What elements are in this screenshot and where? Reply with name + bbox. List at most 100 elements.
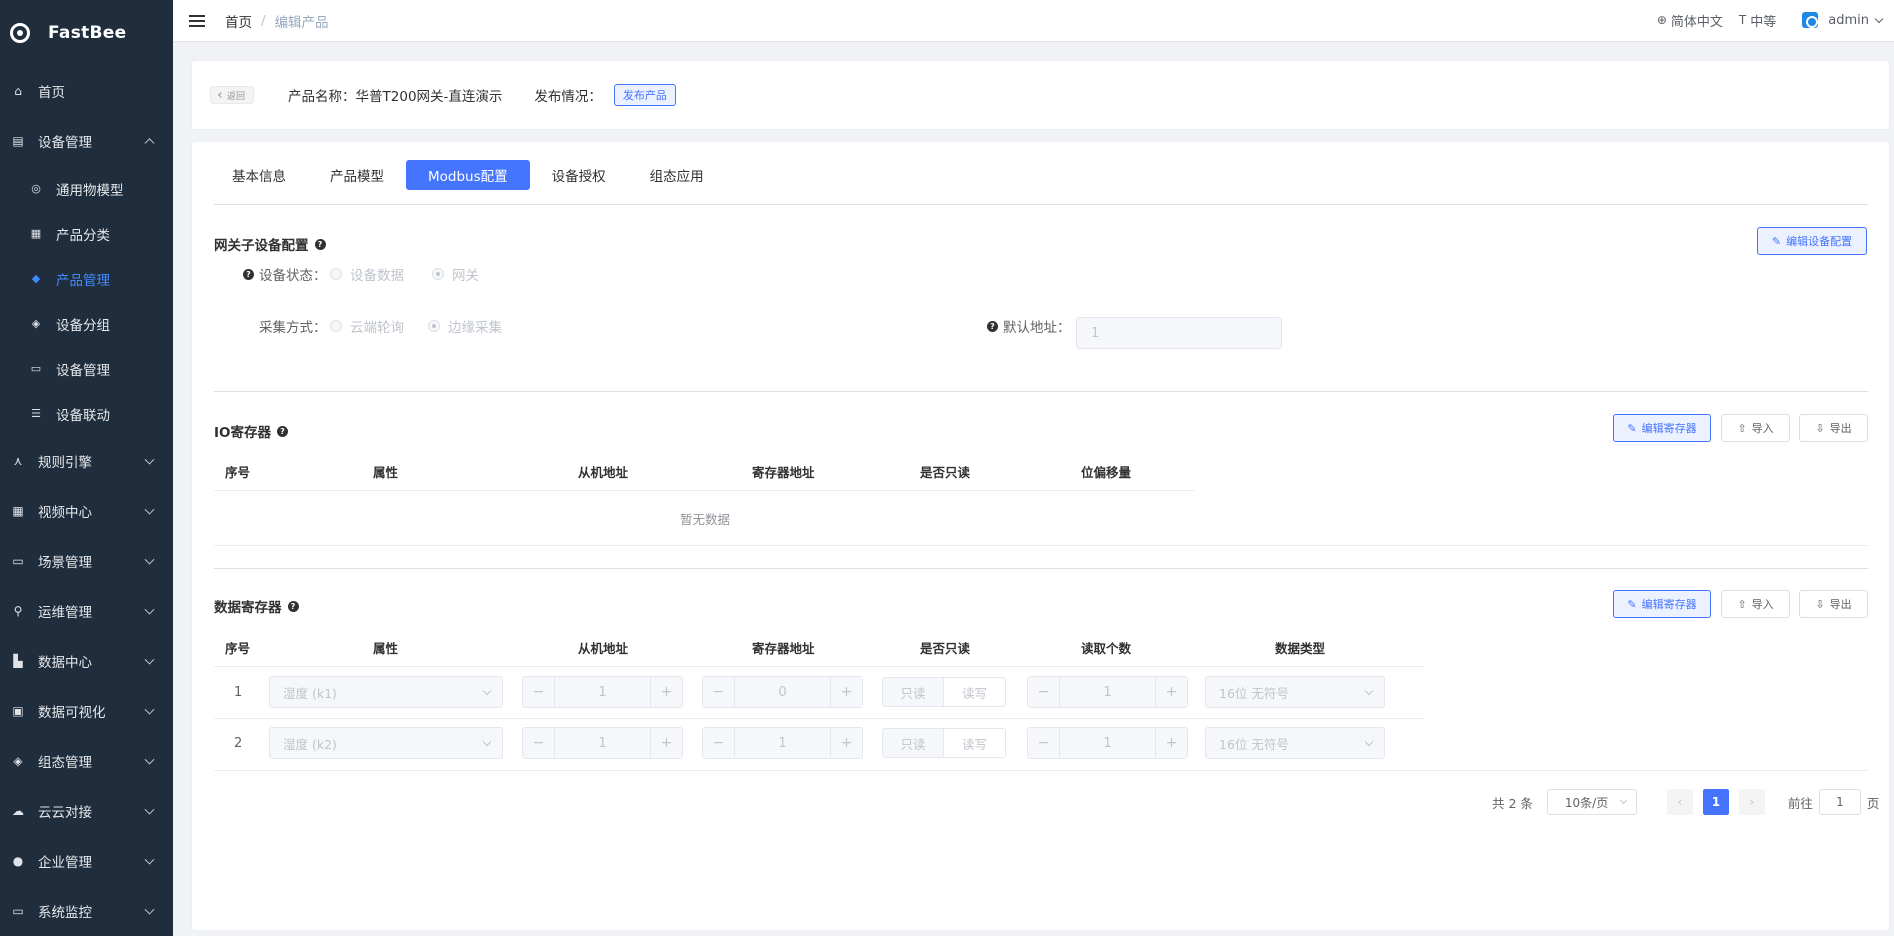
row1-attr-select[interactable]: 湿度 (k1) xyxy=(269,676,503,708)
radio-circle xyxy=(330,268,342,280)
publish-product-tag[interactable]: 发布产品 xyxy=(613,84,676,106)
help-icon[interactable]: ? xyxy=(287,600,299,612)
group-icon: ◈ xyxy=(31,317,41,330)
sidebar-item-video-center[interactable]: ▦ 视频中心 xyxy=(0,486,173,536)
tab-device-auth[interactable]: 设备授权 xyxy=(530,160,628,190)
sidebar-item-label: 云云对接 xyxy=(38,805,92,821)
sidebar-item-rule-engine[interactable]: ⋏ 规则引擎 xyxy=(0,436,173,486)
prev-page-button[interactable]: ‹ xyxy=(1666,789,1693,815)
help-icon[interactable]: ? xyxy=(277,425,288,437)
row1-index: 1 xyxy=(234,685,243,700)
status-radio-device-data[interactable]: 设备数据 xyxy=(330,264,404,284)
app-logo[interactable]: FastBee xyxy=(0,0,173,66)
sidebar-item-config-management[interactable]: ◈ 组态管理 xyxy=(0,736,173,786)
help-icon[interactable]: ? xyxy=(987,320,998,332)
status-radio-gateway[interactable]: 网关 xyxy=(432,264,479,284)
minus-icon[interactable]: − xyxy=(1028,677,1060,707)
sidebar-item-label: 产品管理 xyxy=(56,272,110,289)
chevron-down-icon xyxy=(144,804,155,815)
chevron-down-icon xyxy=(144,704,155,715)
page-size-select[interactable]: 10条/页 xyxy=(1546,789,1637,815)
plus-icon[interactable]: + xyxy=(1155,677,1187,707)
data-import-button[interactable]: ⇧ 导入 xyxy=(1721,590,1790,618)
row1-reg-stepper[interactable]: − 0 + xyxy=(702,676,863,708)
minus-icon[interactable]: − xyxy=(703,677,735,707)
sidebar-subitem-device-group[interactable]: ◈ 设备分组 xyxy=(0,301,173,346)
default-address-input[interactable]: 1 xyxy=(1076,317,1282,349)
sidebar-item-label: 产品分类 xyxy=(56,227,110,244)
row2-readonly-toggle[interactable]: 只读 读写 xyxy=(882,728,1006,758)
sidebar-subitem-device-linkage[interactable]: ☰ 设备联动 xyxy=(0,391,173,436)
collect-radio-cloud-polling[interactable]: 云端轮询 xyxy=(330,316,404,336)
video-icon: ▦ xyxy=(12,504,24,518)
minus-icon[interactable]: − xyxy=(703,728,735,758)
row2-attr-select[interactable]: 湿度 (k2) xyxy=(269,727,503,759)
data-export-button[interactable]: ⇩ 导出 xyxy=(1799,590,1868,618)
breadcrumb-home[interactable]: 首页 xyxy=(225,11,252,31)
io-import-button[interactable]: ⇧ 导入 xyxy=(1721,414,1790,442)
chevron-down-icon xyxy=(482,686,492,696)
row1-readonly-toggle[interactable]: 只读 读写 xyxy=(882,677,1006,707)
sidebar-item-system-monitor[interactable]: ▭ 系统监控 xyxy=(0,886,173,936)
row1-dtype-select[interactable]: 16位 无符号 xyxy=(1205,676,1385,708)
data-col-count: 读取个数 xyxy=(1081,641,1132,656)
user-menu[interactable]: admin xyxy=(1802,12,1884,28)
plus-icon[interactable]: + xyxy=(830,728,862,758)
minus-icon[interactable]: − xyxy=(1028,728,1060,758)
collect-radio-edge-collect[interactable]: 边缘采集 xyxy=(428,316,502,336)
tab-basic-info[interactable]: 基本信息 xyxy=(210,160,308,190)
row1-slave-stepper[interactable]: − 1 + xyxy=(522,676,683,708)
edit-device-config-button[interactable]: ✎ 编辑设备配置 xyxy=(1757,227,1867,255)
minus-icon[interactable]: − xyxy=(523,677,555,707)
readwrite-option[interactable]: 读写 xyxy=(944,729,1005,757)
minus-icon[interactable]: − xyxy=(523,728,555,758)
io-export-button[interactable]: ⇩ 导出 xyxy=(1799,414,1868,442)
sidebar-subitem-product-category[interactable]: ▦ 产品分类 xyxy=(0,211,173,256)
section-divider xyxy=(214,568,1868,569)
plus-icon[interactable]: + xyxy=(830,677,862,707)
hamburger-menu-icon[interactable] xyxy=(189,12,205,30)
language-switcher[interactable]: ⊕ 简体中文 xyxy=(1657,11,1723,30)
row2-dtype-select[interactable]: 16位 无符号 xyxy=(1205,727,1385,759)
sidebar-item-cloud-docking[interactable]: ☁ 云云对接 xyxy=(0,786,173,836)
sidebar-item-data-center[interactable]: ▙ 数据中心 xyxy=(0,636,173,686)
goto-page-input[interactable]: 1 xyxy=(1818,789,1861,815)
page-number-current[interactable]: 1 xyxy=(1702,789,1729,815)
sidebar-subitem-device-manage[interactable]: ▭ 设备管理 xyxy=(0,346,173,391)
back-button[interactable]: 返回 xyxy=(210,86,255,104)
help-icon[interactable]: ? xyxy=(314,238,326,250)
row2-slave-stepper[interactable]: − 1 + xyxy=(522,727,683,759)
product-icon: ◆ xyxy=(31,272,41,285)
sidebar-item-device-management[interactable]: ▤ 设备管理 xyxy=(0,116,173,166)
sidebar-subitem-product-management[interactable]: ◆ 产品管理 xyxy=(0,256,173,301)
row2-reg-stepper[interactable]: − 1 + xyxy=(702,727,863,759)
sidebar-item-data-visualization[interactable]: ▣ 数据可视化 xyxy=(0,686,173,736)
readonly-option[interactable]: 只读 xyxy=(883,729,944,757)
plus-icon[interactable]: + xyxy=(650,728,682,758)
font-size-icon: T xyxy=(1738,13,1747,27)
plus-icon[interactable]: + xyxy=(650,677,682,707)
tab-modbus-config[interactable]: Modbus配置 xyxy=(406,160,530,190)
row2-count-stepper[interactable]: − 1 + xyxy=(1027,727,1188,759)
row1-count-stepper[interactable]: − 1 + xyxy=(1027,676,1188,708)
radio-circle-checked xyxy=(432,268,444,280)
plus-icon[interactable]: + xyxy=(1155,728,1187,758)
avatar xyxy=(1802,12,1819,28)
size-switcher[interactable]: T 中等 xyxy=(1739,11,1776,30)
tab-config-app[interactable]: 组态应用 xyxy=(628,160,726,190)
next-page-button[interactable]: › xyxy=(1738,789,1765,815)
io-edit-register-button[interactable]: ✎ 编辑寄存器 xyxy=(1613,414,1711,442)
readonly-option[interactable]: 只读 xyxy=(883,678,944,706)
sidebar-item-enterprise-management[interactable]: ● 企业管理 xyxy=(0,836,173,886)
sidebar-item-ops-management[interactable]: ⚲ 运维管理 xyxy=(0,586,173,636)
upload-icon: ⇧ xyxy=(1737,597,1747,611)
io-col-offset: 位偏移量 xyxy=(1081,465,1132,480)
tab-product-model[interactable]: 产品模型 xyxy=(308,160,406,190)
data-edit-register-button[interactable]: ✎ 编辑寄存器 xyxy=(1613,590,1711,618)
sidebar-subitem-thing-model[interactable]: ◎ 通用物模型 xyxy=(0,166,173,211)
chevron-down-icon xyxy=(1874,14,1884,23)
help-icon[interactable]: ? xyxy=(243,268,254,280)
sidebar-item-home[interactable]: ⌂ 首页 xyxy=(0,66,173,116)
readwrite-option[interactable]: 读写 xyxy=(944,678,1005,706)
sidebar-item-scene-management[interactable]: ▭ 场景管理 xyxy=(0,536,173,586)
